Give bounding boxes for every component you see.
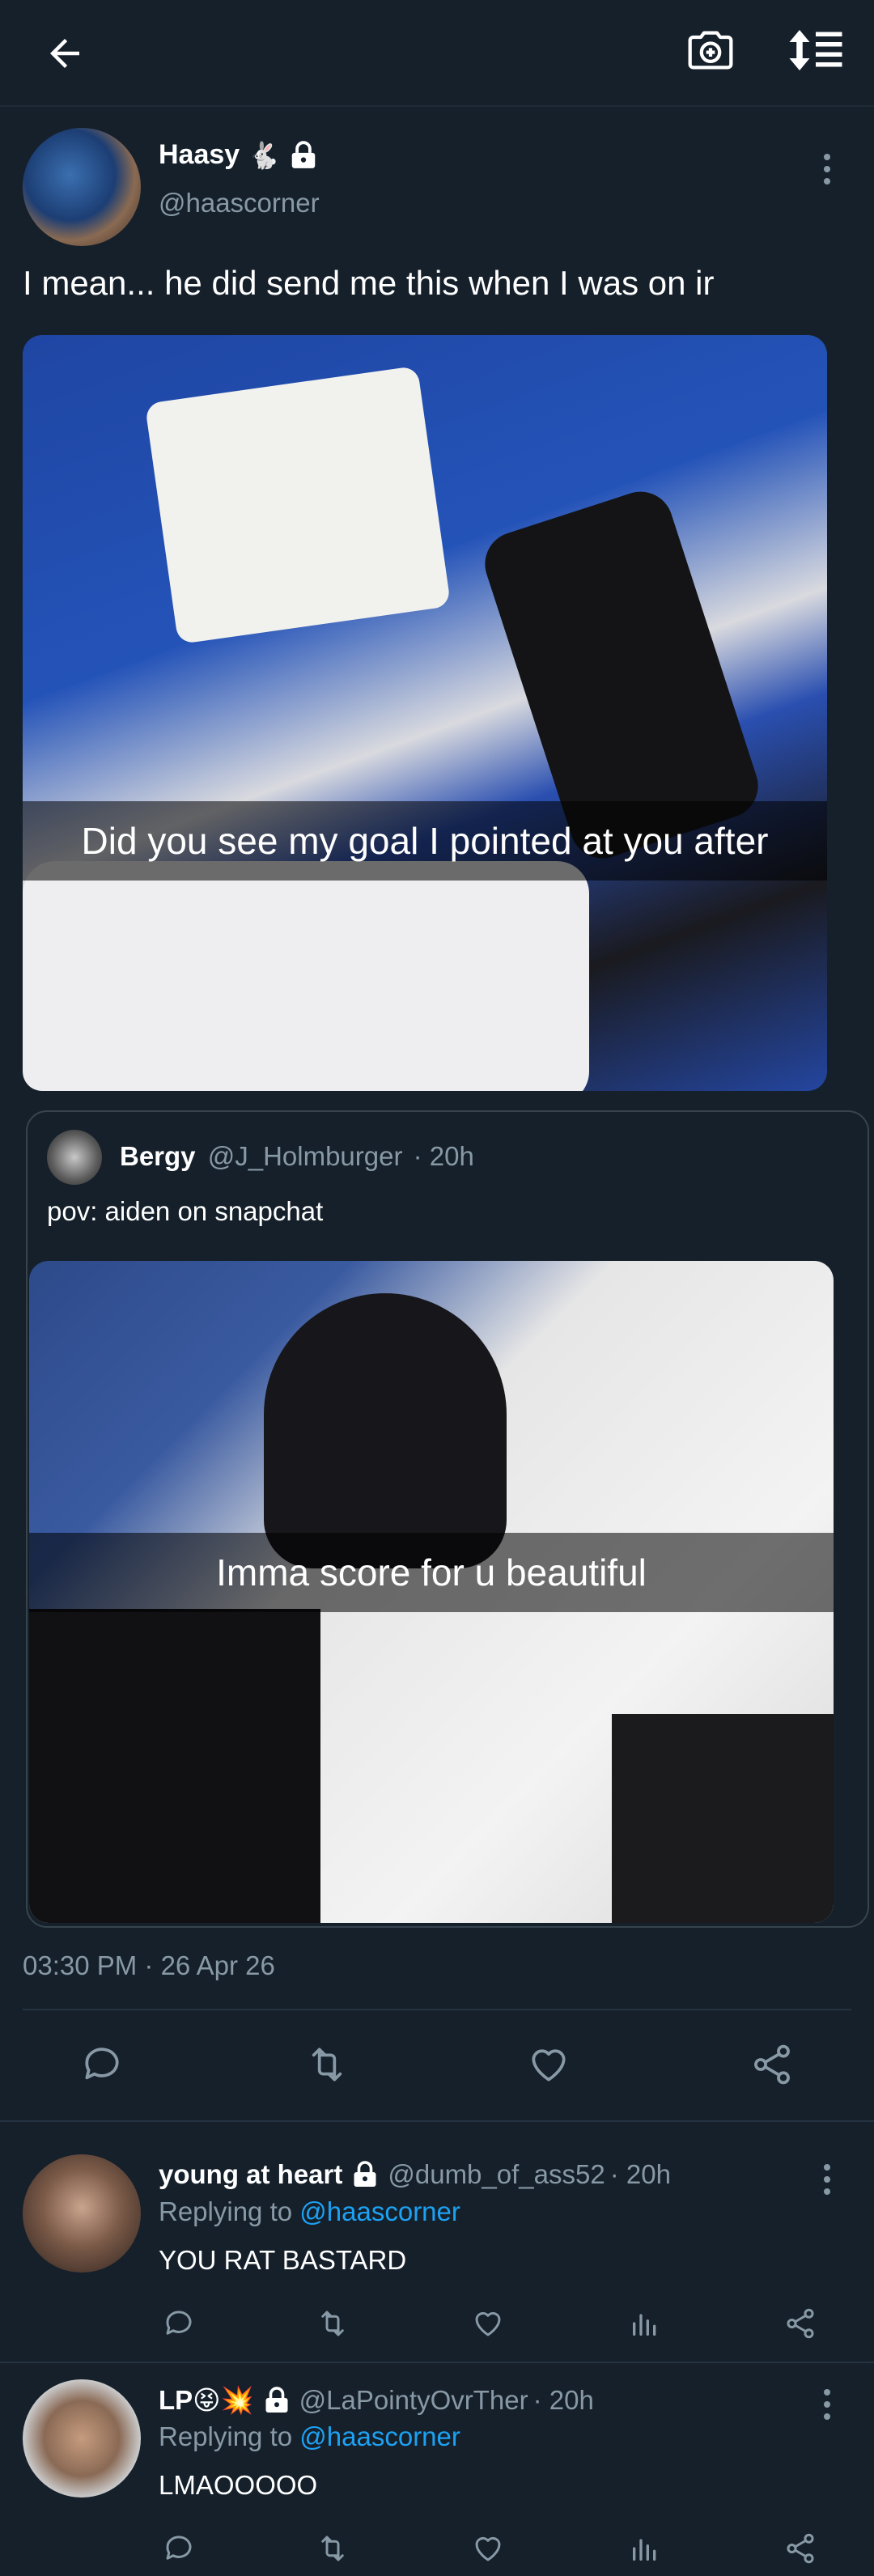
reply-more-menu[interactable] <box>822 2389 832 2425</box>
reply-text: YOU RAT BASTARD <box>159 2245 407 2275</box>
tweet-text: I mean... he did send me this when I was… <box>23 264 715 302</box>
reply-display-name: LP😝💥 <box>159 2385 254 2415</box>
quoted-image-caption-band: Imma score for u beautiful <box>29 1533 834 1612</box>
like-button[interactable] <box>516 2036 581 2093</box>
lock-icon <box>354 2161 376 2187</box>
replying-to-prefix: Replying to <box>159 2421 293 2451</box>
author-name-emoji: 🐇 <box>248 140 281 170</box>
quoted-image-caption: Imma score for u beautiful <box>216 1551 647 1594</box>
quoted-handle: @J_Holmburger <box>207 1141 403 1171</box>
quoted-display-name: Bergy <box>120 1141 196 1171</box>
reply-avatar[interactable] <box>23 2379 141 2497</box>
heart-icon <box>532 2049 566 2082</box>
reply-time: · 20h <box>609 2159 671 2189</box>
back-button[interactable] <box>32 21 97 86</box>
image-shape-jacket <box>29 1609 320 1923</box>
image-shape-helmet <box>264 1293 507 1568</box>
reply-like-button[interactable] <box>468 2530 508 2567</box>
retweet-icon <box>321 2311 344 2336</box>
reply-analytics-button[interactable] <box>625 2305 665 2342</box>
reply-retweet-button[interactable] <box>312 2305 353 2342</box>
reply-analytics-button[interactable] <box>625 2530 665 2567</box>
replying-to-line: Replying to @haascorner <box>159 2196 460 2227</box>
reply-like-button[interactable] <box>468 2305 508 2342</box>
share-button[interactable] <box>740 2036 804 2093</box>
retweet-icon <box>312 2048 342 2082</box>
reply-divider <box>0 2362 874 2363</box>
reply-button[interactable] <box>70 2036 134 2093</box>
retweet-icon <box>321 2536 344 2561</box>
lock-icon <box>265 2387 288 2413</box>
author-handle[interactable]: @haascorner <box>159 188 320 219</box>
image-caption: Did you see my goal I pointed at you aft… <box>81 820 769 862</box>
replying-to-link[interactable]: @haascorner <box>299 2196 460 2226</box>
camera-button[interactable] <box>677 16 745 84</box>
camera-plus-icon <box>688 31 733 70</box>
actions-divider <box>0 2120 874 2122</box>
share-icon <box>787 2533 814 2564</box>
replying-to-prefix: Replying to <box>159 2196 293 2226</box>
reply-handle: @dumb_of_ass52 <box>388 2159 605 2189</box>
share-icon <box>787 2308 814 2339</box>
reply-share-button[interactable] <box>780 2305 821 2342</box>
reply-display-name: young at heart <box>159 2159 343 2189</box>
heart-icon <box>475 2536 501 2561</box>
replying-to-line: Replying to @haascorner <box>159 2421 460 2452</box>
image-shape-bag <box>612 1714 834 1923</box>
author-display-name: Haasy <box>159 139 240 170</box>
timestamp-divider <box>23 2009 851 2010</box>
tweet-image[interactable]: Did you see my goal I pointed at you aft… <box>23 335 827 1091</box>
image-shape-sock <box>23 861 589 1091</box>
sort-button[interactable] <box>782 16 850 84</box>
sort-order-icon <box>789 30 842 70</box>
reply-icon <box>166 2311 192 2335</box>
analytics-icon <box>633 2539 656 2561</box>
reply-author-row: LP😝💥 @LaPointyOvrTher · 20h <box>159 2384 594 2417</box>
retweet-button[interactable] <box>295 2036 359 2093</box>
reply-time: · 20h <box>532 2385 594 2415</box>
reply-icon <box>85 2048 119 2080</box>
reply-share-button[interactable] <box>780 2530 821 2567</box>
heart-icon <box>475 2311 501 2336</box>
share-icon <box>754 2044 790 2085</box>
more-vertical-icon <box>824 2389 830 2396</box>
quoted-author-row: Bergy @J_Holmburger · 20h <box>120 1141 474 1172</box>
lock-icon <box>291 140 316 168</box>
arrow-left-icon <box>50 39 79 68</box>
reply-more-menu[interactable] <box>822 2164 832 2200</box>
reply-handle: @LaPointyOvrTher <box>299 2385 528 2415</box>
tweet-more-menu[interactable] <box>822 154 832 190</box>
reply-reply-button[interactable] <box>159 2530 199 2567</box>
image-caption-band: Did you see my goal I pointed at you aft… <box>23 801 827 881</box>
reply-retweet-button[interactable] <box>312 2530 353 2567</box>
more-vertical-icon <box>824 2164 830 2171</box>
quoted-time: · 20h <box>413 1141 474 1171</box>
image-shape-pad <box>144 365 452 645</box>
reply-reply-button[interactable] <box>159 2305 199 2342</box>
reply-text: LMAOOOOO <box>159 2470 318 2500</box>
reply-icon <box>166 2536 192 2560</box>
quoted-image[interactable]: Imma score for u beautiful <box>29 1261 834 1923</box>
tweet-timestamp: 03:30 PM · 26 Apr 26 <box>23 1950 275 1980</box>
author-avatar[interactable] <box>23 128 141 246</box>
replying-to-link[interactable]: @haascorner <box>299 2421 460 2451</box>
quoted-author-avatar <box>47 1130 102 1185</box>
more-vertical-icon <box>824 154 830 160</box>
reply-avatar[interactable] <box>23 2154 141 2273</box>
author-name-row[interactable]: Haasy 🐇 <box>159 139 319 171</box>
analytics-icon <box>633 2314 656 2336</box>
top-bar <box>0 0 874 107</box>
reply-author-row: young at heart @dumb_of_ass52 · 20h <box>159 2159 671 2190</box>
quoted-text: pov: aiden on snapchat <box>47 1196 324 1226</box>
